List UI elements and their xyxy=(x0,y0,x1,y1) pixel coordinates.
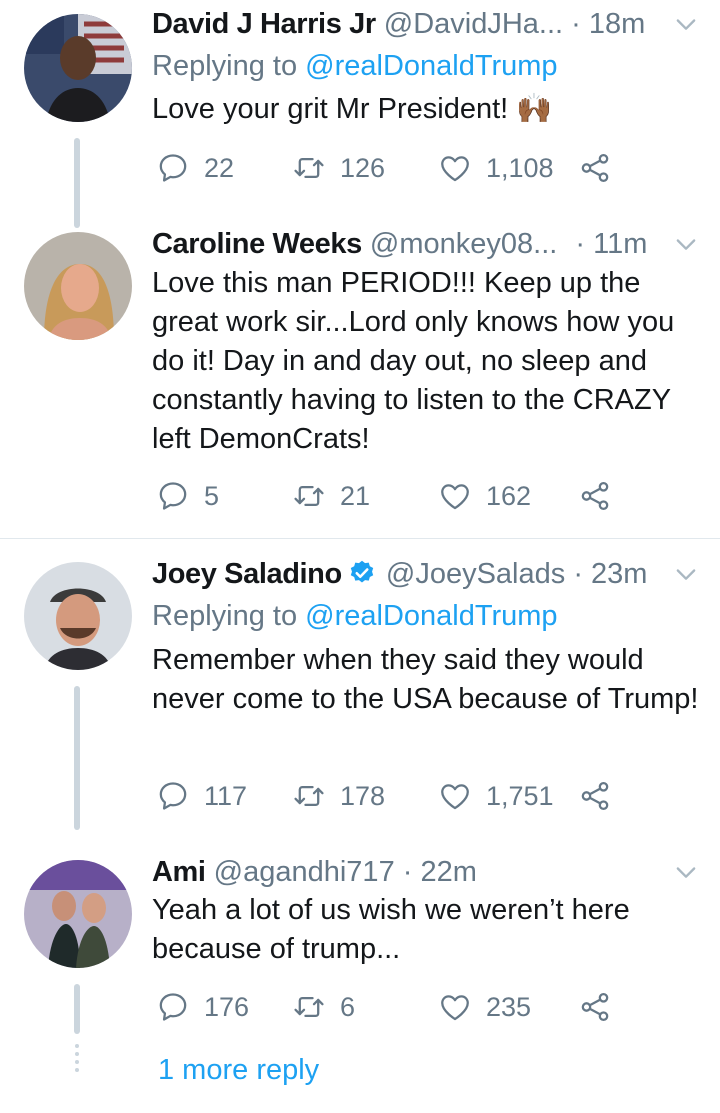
retweet-icon xyxy=(292,151,326,185)
thread-continuation-dots xyxy=(75,1044,79,1076)
retweet-icon xyxy=(292,779,326,813)
reply-count: 176 xyxy=(204,991,250,1022)
like-button[interactable]: 235 xyxy=(438,987,531,1027)
display-name[interactable]: David J Harris Jr xyxy=(152,8,376,40)
avatar-image xyxy=(24,14,132,122)
reply-button[interactable]: 117 xyxy=(156,776,247,816)
username[interactable]: @DavidJHa... xyxy=(384,8,563,40)
display-name[interactable]: Joey Saladino xyxy=(152,558,342,590)
like-button[interactable]: 162 xyxy=(438,476,531,516)
replying-prefix: Replying to xyxy=(152,50,298,82)
reply-icon xyxy=(156,779,190,813)
tweet-text: Yeah a lot of us wish we weren’t here be… xyxy=(152,894,630,965)
chevron-down-icon[interactable] xyxy=(672,560,700,588)
tweet-header: Caroline Weeks @monkey08... · 11m xyxy=(152,224,692,264)
verified-badge-icon xyxy=(350,560,374,583)
reply-count: 22 xyxy=(204,152,235,183)
like-count: 235 xyxy=(486,991,532,1022)
username[interactable]: @JoeySalads xyxy=(386,558,565,590)
thread-line xyxy=(74,984,80,1034)
thread-divider xyxy=(0,538,720,539)
reply-icon xyxy=(156,990,190,1024)
display-name[interactable]: Caroline Weeks xyxy=(152,228,362,260)
share-button[interactable] xyxy=(578,148,612,188)
reply-icon xyxy=(156,479,190,513)
retweet-icon xyxy=(292,990,326,1024)
like-icon xyxy=(438,151,472,185)
chevron-down-icon[interactable] xyxy=(672,858,700,886)
like-icon xyxy=(438,990,472,1024)
retweet-count: 126 xyxy=(340,152,386,183)
timestamp[interactable]: · 22m xyxy=(403,856,477,888)
retweet-button[interactable]: 126 xyxy=(292,148,385,188)
avatar[interactable] xyxy=(24,860,132,968)
share-button[interactable] xyxy=(578,987,612,1027)
tweet-header: Joey Saladino @JoeySalads · 23m xyxy=(152,554,692,594)
like-button[interactable]: 1,751 xyxy=(438,776,554,816)
reply-button[interactable]: 5 xyxy=(156,476,219,516)
avatar-image xyxy=(24,860,132,968)
retweet-button[interactable]: 6 xyxy=(292,987,355,1027)
timestamp[interactable]: · 23m xyxy=(573,558,647,590)
share-button[interactable] xyxy=(578,776,612,816)
thread-line xyxy=(74,138,80,228)
reply-count: 117 xyxy=(204,780,248,811)
replying-to: Replying to @realDonaldTrump xyxy=(152,47,558,85)
like-button[interactable]: 1,108 xyxy=(438,148,554,188)
share-icon xyxy=(578,479,612,513)
share-icon xyxy=(578,779,612,813)
share-icon xyxy=(578,990,612,1024)
tweet-text: Remember when they said they would never… xyxy=(152,644,699,715)
reply-button[interactable]: 176 xyxy=(156,987,249,1027)
display-name[interactable]: Ami xyxy=(152,856,206,888)
timestamp[interactable]: · 11m xyxy=(575,228,647,260)
avatar-image xyxy=(24,562,132,670)
tweet-header: Ami @agandhi717 · 22m xyxy=(152,852,692,892)
share-button[interactable] xyxy=(578,476,612,516)
reply-button[interactable]: 22 xyxy=(156,148,234,188)
like-count: 1,108 xyxy=(486,152,554,183)
like-count: 1,751 xyxy=(486,780,554,811)
retweet-button[interactable]: 178 xyxy=(292,776,385,816)
avatar[interactable] xyxy=(24,562,132,670)
retweet-count: 6 xyxy=(340,991,356,1022)
chevron-down-icon[interactable] xyxy=(672,10,700,38)
more-replies-link[interactable]: 1 more reply xyxy=(158,1050,319,1090)
tweet-text: Love your grit Mr President! 🙌🏾 xyxy=(152,93,553,125)
tweet-header: David J Harris Jr @DavidJHa... · 18m xyxy=(152,4,692,44)
replying-prefix: Replying to xyxy=(152,600,298,632)
like-icon xyxy=(438,779,472,813)
tweet-text: Love this man PERIOD!!! Keep up the grea… xyxy=(152,267,675,455)
avatar[interactable] xyxy=(24,232,132,340)
share-icon xyxy=(578,151,612,185)
mention-link[interactable]: @realDonaldTrump xyxy=(305,600,557,632)
reply-icon xyxy=(156,151,190,185)
username[interactable]: @monkey08... xyxy=(370,228,557,260)
chevron-down-icon[interactable] xyxy=(672,230,700,258)
reply-count: 5 xyxy=(204,480,220,511)
retweet-button[interactable]: 21 xyxy=(292,476,370,516)
timestamp[interactable]: · 18m xyxy=(571,8,645,40)
thread-line xyxy=(74,686,80,830)
avatar-image xyxy=(24,232,132,340)
retweet-count: 21 xyxy=(340,480,371,511)
username[interactable]: @agandhi717 xyxy=(214,856,395,888)
retweet-count: 178 xyxy=(340,780,386,811)
avatar[interactable] xyxy=(24,14,132,122)
mention-link[interactable]: @realDonaldTrump xyxy=(305,50,557,82)
replying-to: Replying to @realDonaldTrump xyxy=(152,597,558,635)
like-icon xyxy=(438,479,472,513)
like-count: 162 xyxy=(486,480,532,511)
retweet-icon xyxy=(292,479,326,513)
